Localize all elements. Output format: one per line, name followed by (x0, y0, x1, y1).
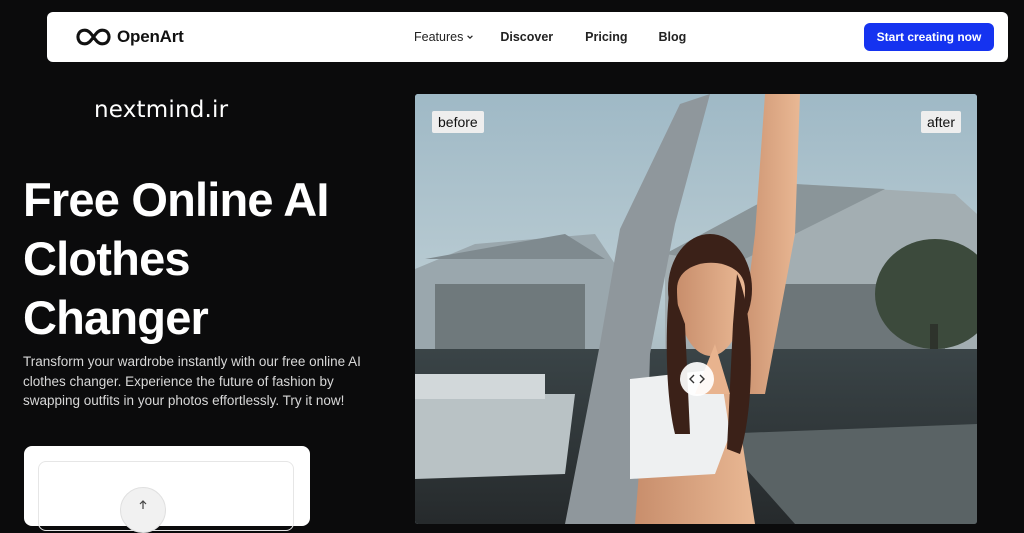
nav-blog[interactable]: Blog (659, 30, 687, 44)
before-label: before (432, 111, 484, 133)
after-label: after (920, 111, 961, 133)
nav-features[interactable]: Features (414, 30, 474, 44)
hero-title: Free Online AI Clothes Changer (23, 170, 393, 347)
hero-subtitle: Transform your wardrobe instantly with o… (23, 354, 361, 408)
upload-button[interactable] (120, 487, 166, 533)
hero-title-line: Free Online AI (23, 173, 329, 226)
brand-logo[interactable]: OpenArt (76, 26, 184, 48)
watermark-text: nextmind.ir (94, 97, 229, 123)
nav-discover[interactable]: Discover (500, 30, 553, 44)
top-navbar: OpenArt Features Discover Pricing Blog S… (47, 12, 1008, 62)
upload-dropzone[interactable] (38, 461, 294, 531)
arrow-up-icon (139, 500, 147, 509)
brand-name: OpenArt (117, 27, 184, 46)
chevron-left-right-icon (689, 374, 705, 384)
infinity-logo-icon (76, 28, 111, 46)
before-after-comparison[interactable]: before after (415, 94, 977, 524)
start-creating-button[interactable]: Start creating now (864, 23, 994, 51)
main-nav: Features Discover Pricing Blog (414, 12, 686, 62)
comparison-photo (415, 94, 977, 524)
upload-card (24, 446, 310, 531)
comparison-slider-handle[interactable] (680, 362, 714, 396)
nav-features-label: Features (414, 30, 464, 44)
nav-pricing[interactable]: Pricing (585, 30, 627, 44)
hero-title-line: Changer (23, 291, 209, 344)
hero-title-line: Clothes (23, 232, 191, 285)
chevron-down-icon (467, 35, 474, 40)
